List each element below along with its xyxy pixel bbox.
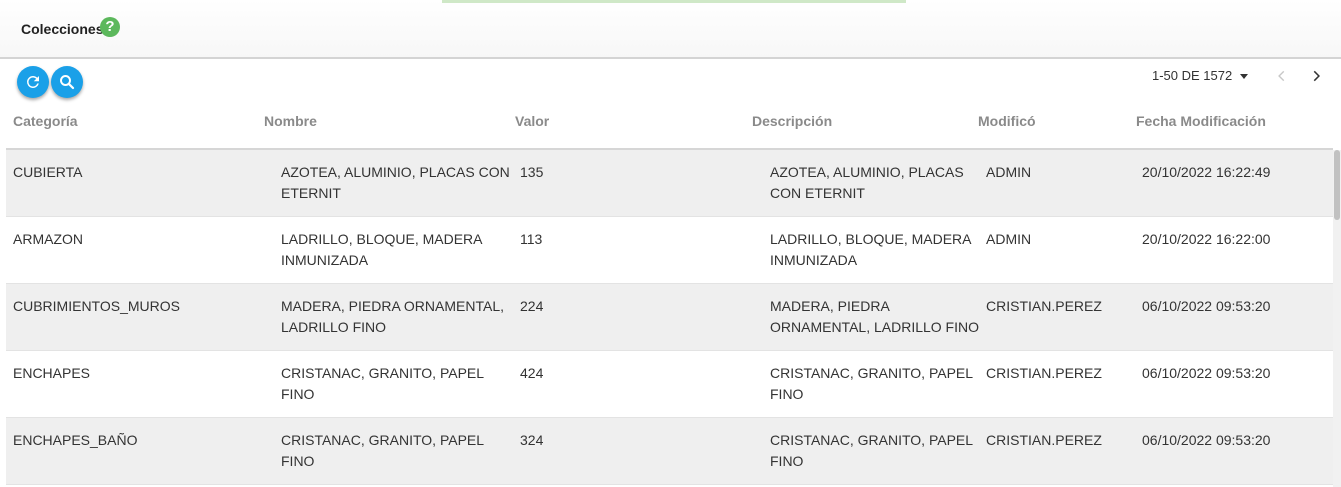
table-row[interactable]: ARMAZON LADRILLO, BLOQUE, MADERA INMUNIZ… bbox=[6, 217, 1333, 284]
cell-fecha-modificacion: 06/10/2022 09:53:20 bbox=[1142, 432, 1271, 448]
cell-descripcion: CRISTANAC, GRANITO, PAPEL FINO bbox=[770, 365, 973, 402]
column-header-modifico[interactable]: Modificó bbox=[978, 113, 1036, 129]
search-button[interactable] bbox=[51, 66, 83, 98]
cell-descripcion: CRISTANAC, GRANITO, PAPEL FINO bbox=[770, 432, 973, 469]
cell-descripcion: LADRILLO, BLOQUE, MADERA INMUNIZADA bbox=[770, 231, 971, 268]
cell-valor: 324 bbox=[520, 432, 544, 448]
page-header: Colecciones ? bbox=[0, 0, 1341, 59]
cell-nombre: MADERA, PIEDRA ORNAMENTAL, LADRILLO FINO bbox=[281, 298, 505, 335]
cell-nombre: AZOTEA, ALUMINIO, PLACAS CON ETERNIT bbox=[281, 164, 510, 201]
loading-bar bbox=[442, 0, 906, 3]
cell-descripcion: MADERA, PIEDRA ORNAMENTAL, LADRILLO FINO bbox=[770, 298, 980, 335]
cell-descripcion: AZOTEA, ALUMINIO, PLACAS CON ETERNIT bbox=[770, 164, 964, 201]
cell-fecha-modificacion: 20/10/2022 16:22:49 bbox=[1142, 164, 1271, 180]
cell-nombre: LADRILLO, BLOQUE, MADERA INMUNIZADA bbox=[281, 231, 482, 268]
caret-down-icon[interactable] bbox=[1240, 74, 1248, 79]
refresh-icon bbox=[27, 76, 39, 88]
column-header-valor[interactable]: Valor bbox=[515, 113, 549, 129]
cell-categoria: CUBIERTA bbox=[13, 164, 83, 180]
cell-categoria: ARMAZON bbox=[13, 231, 83, 247]
cell-modifico: CRISTIAN.PEREZ bbox=[986, 365, 1102, 381]
table-row[interactable]: CUBIERTA AZOTEA, ALUMINIO, PLACAS CON ET… bbox=[6, 150, 1333, 217]
scrollbar-thumb[interactable] bbox=[1334, 150, 1340, 220]
cell-modifico: CRISTIAN.PEREZ bbox=[986, 432, 1102, 448]
column-header-descripcion[interactable]: Descripción bbox=[752, 113, 832, 129]
chevron-left-icon bbox=[1278, 70, 1285, 82]
cell-modifico: CRISTIAN.PEREZ bbox=[986, 298, 1102, 314]
column-header-categoria[interactable]: Categoría bbox=[13, 113, 78, 129]
cell-valor: 135 bbox=[520, 164, 544, 180]
table-row[interactable]: CUBRIMIENTOS_MUROS MADERA, PIEDRA ORNAME… bbox=[6, 284, 1333, 351]
table-row[interactable]: ENCHAPES CRISTANAC, GRANITO, PAPEL FINO … bbox=[6, 351, 1333, 418]
vertical-scrollbar[interactable] bbox=[1333, 150, 1341, 487]
cell-fecha-modificacion: 06/10/2022 09:53:20 bbox=[1142, 365, 1271, 381]
page-title: Colecciones bbox=[21, 21, 104, 37]
refresh-button[interactable] bbox=[17, 66, 49, 98]
cell-valor: 424 bbox=[520, 365, 544, 381]
cell-nombre: CRISTANAC, GRANITO, PAPEL FINO bbox=[281, 432, 484, 469]
cell-categoria: ENCHAPES bbox=[13, 365, 91, 381]
cell-fecha-modificacion: 20/10/2022 16:22:00 bbox=[1142, 231, 1271, 247]
cell-fecha-modificacion: 06/10/2022 09:53:20 bbox=[1142, 298, 1271, 314]
cell-valor: 113 bbox=[520, 231, 543, 247]
cell-modifico: ADMIN bbox=[986, 164, 1032, 180]
cell-modifico: ADMIN bbox=[986, 231, 1032, 247]
cell-categoria: ENCHAPES_BAÑO bbox=[13, 432, 138, 448]
column-header-fecha-modificacion[interactable]: Fecha Modificación bbox=[1136, 113, 1266, 129]
chevron-right-icon bbox=[1313, 70, 1320, 82]
cell-categoria: CUBRIMIENTOS_MUROS bbox=[13, 298, 180, 314]
column-header-nombre[interactable]: Nombre bbox=[264, 113, 317, 129]
cell-valor: 224 bbox=[520, 298, 544, 314]
pagination-range-dropdown[interactable]: 1-50 DE 1572 bbox=[1152, 68, 1232, 83]
cell-nombre: CRISTANAC, GRANITO, PAPEL FINO bbox=[281, 365, 484, 402]
table-row[interactable]: ENCHAPES_BAÑO CRISTANAC, GRANITO, PAPEL … bbox=[6, 418, 1333, 485]
previous-page-button[interactable] bbox=[1272, 66, 1292, 86]
next-page-button[interactable] bbox=[1306, 66, 1326, 86]
search-icon bbox=[60, 75, 75, 90]
table-body: CUBIERTA AZOTEA, ALUMINIO, PLACAS CON ET… bbox=[6, 150, 1333, 485]
help-icon[interactable]: ? bbox=[100, 17, 120, 37]
